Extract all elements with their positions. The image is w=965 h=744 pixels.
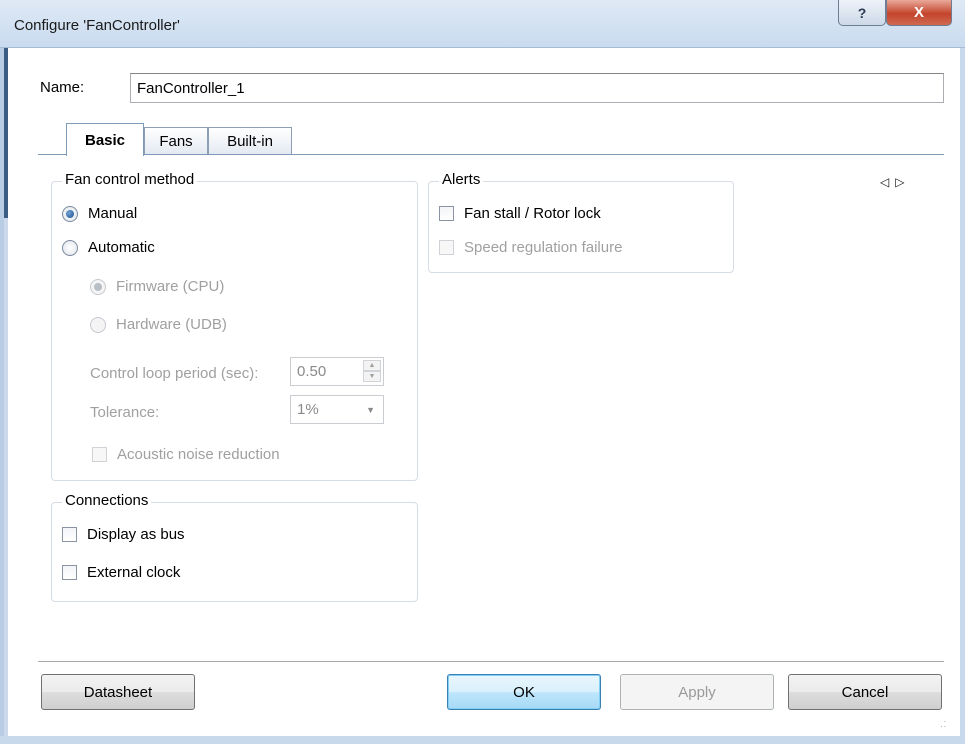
automatic-radio[interactable]: [62, 239, 78, 256]
stepper-down-icon: ▼: [363, 371, 381, 382]
help-icon: ?: [857, 4, 867, 21]
apply-button[interactable]: Apply: [620, 674, 774, 710]
close-button[interactable]: X: [886, 0, 952, 26]
configure-dialog: Configure 'FanController' ? X Name: Basi…: [0, 0, 965, 744]
ok-button[interactable]: OK: [447, 674, 601, 710]
tolerance-label-row: Tolerance:: [90, 404, 159, 421]
automatic-radio-row[interactable]: Automatic: [62, 239, 155, 256]
control-loop-label-row: Control loop period (sec):: [90, 365, 258, 382]
bottom-frame-border: [0, 736, 965, 744]
fan-stall-label: Fan stall / Rotor lock: [464, 205, 601, 222]
name-label: Name:: [40, 79, 85, 96]
fan-stall-checkbox[interactable]: [439, 206, 454, 221]
tab-basic[interactable]: Basic: [66, 123, 144, 156]
tolerance-value: 1%: [297, 401, 319, 418]
right-frame-border: [960, 48, 965, 744]
hardware-radio-row: Hardware (UDB): [90, 316, 227, 333]
scroll-left-icon[interactable]: ◁: [880, 175, 895, 189]
bottom-separator: [38, 661, 944, 662]
acoustic-label: Acoustic noise reduction: [117, 446, 280, 463]
hardware-label: Hardware (UDB): [116, 316, 227, 333]
manual-radio-row[interactable]: Manual: [62, 205, 137, 222]
close-icon: X: [913, 4, 924, 21]
firmware-radio-row: Firmware (CPU): [90, 278, 224, 295]
cancel-button[interactable]: Cancel: [788, 674, 942, 710]
tab-strip: Basic Fans Built-in: [8, 119, 960, 156]
window-title: Configure 'FanController': [14, 17, 180, 34]
name-field[interactable]: [130, 73, 944, 103]
acoustic-checkbox: [92, 447, 107, 462]
speed-failure-checkbox-row: Speed regulation failure: [439, 239, 622, 256]
tolerance-label: Tolerance:: [90, 404, 160, 421]
display-bus-checkbox-row[interactable]: Display as bus: [62, 526, 185, 543]
tab-fans[interactable]: Fans: [144, 127, 208, 155]
display-bus-checkbox[interactable]: [62, 527, 77, 542]
stepper-up-icon: ▲: [363, 360, 381, 371]
fan-control-method-group: Fan control method Manual Automatic Firm…: [51, 171, 418, 481]
tolerance-select: 1% ▼: [290, 395, 384, 424]
alerts-group: Alerts Fan stall / Rotor lock Speed regu…: [428, 171, 734, 273]
display-bus-label: Display as bus: [87, 526, 185, 543]
datasheet-button[interactable]: Datasheet: [41, 674, 195, 710]
speed-failure-label: Speed regulation failure: [464, 239, 623, 256]
tab-baseline: [38, 154, 944, 155]
speed-failure-checkbox: [439, 240, 454, 255]
dialog-body: Name: Basic Fans Built-in ◁▷ Fan control…: [8, 49, 960, 736]
resize-grip-icon[interactable]: .. .: [940, 715, 946, 730]
control-loop-period-stepper: 0.50 ▲ ▼: [290, 357, 384, 386]
firmware-label: Firmware (CPU): [116, 278, 225, 295]
chevron-down-icon: ▼: [366, 405, 375, 415]
external-clock-checkbox-row[interactable]: External clock: [62, 564, 180, 581]
tab-scroll-arrows: ◁▷: [880, 175, 910, 189]
external-clock-checkbox[interactable]: [62, 565, 77, 580]
acoustic-checkbox-row: Acoustic noise reduction: [92, 446, 280, 463]
connections-group: Connections Display as bus External cloc…: [51, 492, 418, 602]
alerts-title: Alerts: [439, 171, 484, 188]
fan-control-method-title: Fan control method: [62, 171, 198, 188]
help-button[interactable]: ?: [838, 0, 886, 26]
manual-label: Manual: [88, 205, 138, 222]
automatic-label: Automatic: [88, 239, 155, 256]
title-bar[interactable]: Configure 'FanController' ? X: [0, 0, 965, 48]
fan-stall-checkbox-row[interactable]: Fan stall / Rotor lock: [439, 205, 601, 222]
manual-radio[interactable]: [62, 205, 78, 222]
external-clock-label: External clock: [87, 564, 181, 581]
left-frame-border: [0, 48, 8, 744]
hardware-radio: [90, 316, 106, 333]
connections-title: Connections: [62, 492, 152, 509]
control-loop-label: Control loop period (sec):: [90, 365, 259, 382]
tab-built-in[interactable]: Built-in: [208, 127, 292, 155]
scroll-right-icon[interactable]: ▷: [895, 175, 910, 189]
firmware-radio: [90, 278, 106, 295]
control-loop-value: 0.50: [297, 363, 327, 380]
